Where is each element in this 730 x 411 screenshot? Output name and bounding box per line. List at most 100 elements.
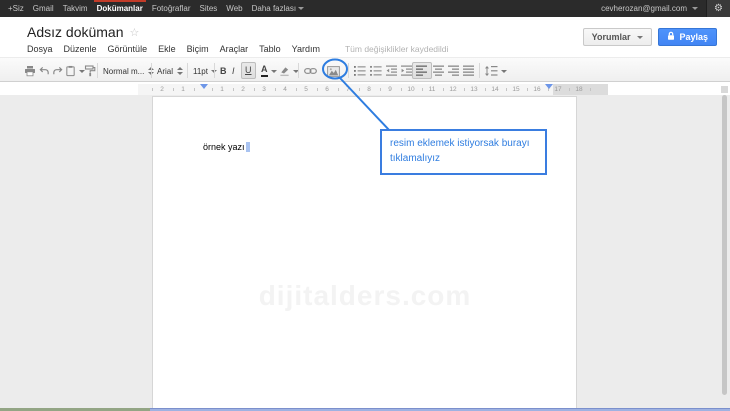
document-title[interactable]: Adsız doküman (27, 24, 124, 40)
align-center-button[interactable] (433, 64, 445, 78)
paint-format-button[interactable] (84, 64, 96, 78)
text-color-button[interactable]: A (261, 64, 277, 78)
share-button[interactable]: Paylaş (658, 28, 717, 46)
ruler-tick (590, 88, 591, 91)
ruler-tick (233, 88, 234, 91)
ruler-tick (527, 88, 528, 91)
topbar-item-daha-fazlas-[interactable]: Daha fazlası (252, 0, 304, 17)
align-justify-button[interactable] (463, 64, 475, 78)
ruler-tick (212, 88, 213, 91)
ruler-number: 13 (470, 86, 477, 93)
ruler-number: 2 (241, 86, 245, 93)
ruler-tick (422, 88, 423, 91)
star-icon[interactable]: ☆ (130, 26, 140, 39)
account-email: cevherozan@gmail.com (601, 4, 687, 13)
chevron-down-icon (637, 36, 643, 39)
underline-button[interactable]: U (241, 62, 256, 79)
topbar-item-web[interactable]: Web (226, 0, 242, 17)
bold-icon: B (220, 67, 227, 76)
ruler-number: 2 (160, 86, 164, 93)
settings-gear-button[interactable]: ⚙ (706, 0, 730, 17)
bullet-list-button[interactable] (370, 64, 382, 78)
topbar-item-sites[interactable]: Sites (200, 0, 218, 17)
align-justify-icon (463, 65, 475, 77)
toolbar-separator (214, 63, 215, 78)
menu-ara-lar[interactable]: Araçlar (220, 44, 249, 54)
undo-button[interactable] (39, 64, 50, 78)
toolbar-separator (97, 63, 98, 78)
comments-button-label: Yorumlar (592, 32, 631, 42)
align-right-icon (448, 65, 460, 77)
topbar-item-foto-raflar[interactable]: Fotoğraflar (152, 0, 191, 17)
menu-g-r-nt-le[interactable]: Görüntüle (108, 44, 148, 54)
scrollbar-thumb[interactable] (722, 95, 727, 395)
updown-arrows-icon (177, 67, 183, 75)
ruler-number: 3 (262, 86, 266, 93)
bullet-list-icon (370, 65, 382, 77)
topbar-right: cevherozan@gmail.com ⚙ (601, 0, 730, 17)
paste-button[interactable] (65, 64, 85, 78)
topbar-item-+siz[interactable]: +Siz (8, 0, 24, 17)
ruler-tick (317, 88, 318, 91)
toolbar-separator (479, 63, 480, 78)
document-header: Adsız doküman ☆ Dosya Düzenle Görüntüle Ekl… (0, 17, 730, 57)
left-margin-marker[interactable] (200, 84, 208, 89)
outdent-button[interactable] (386, 64, 398, 78)
account-menu[interactable]: cevherozan@gmail.com (601, 4, 698, 13)
bold-button[interactable]: B (220, 64, 227, 78)
ruler[interactable]: 21123456789101112131415161718 (138, 84, 608, 95)
ruler-number: 4 (283, 86, 287, 93)
print-button[interactable] (24, 64, 36, 78)
menu-bi-im[interactable]: Biçim (187, 44, 209, 54)
document-canvas: örnek yazı dijitalders.com (0, 95, 730, 411)
ruler-tick (275, 88, 276, 91)
ruler-tick (254, 88, 255, 91)
menu-dosya[interactable]: Dosya (27, 44, 53, 54)
link-icon (304, 65, 317, 77)
text-color-icon: A (261, 65, 268, 76)
ruler-tick (194, 88, 195, 91)
ruler-number: 8 (367, 86, 371, 93)
header-buttons: Yorumlar Paylaş (583, 28, 717, 46)
chevron-down-icon (692, 7, 698, 10)
right-margin-marker[interactable] (545, 84, 553, 89)
highlight-color-button[interactable] (279, 64, 299, 78)
document-text-line[interactable]: örnek yazı (203, 142, 250, 152)
italic-icon: I (232, 67, 235, 76)
lock-icon (667, 31, 675, 43)
redo-button[interactable] (52, 64, 63, 78)
topbar-item-gmail[interactable]: Gmail (33, 0, 54, 17)
toolbar-separator (298, 63, 299, 78)
ruler-number: 14 (491, 86, 498, 93)
topbar-item-dok-manlar[interactable]: Dokümanlar (97, 0, 143, 17)
menu-yard-m[interactable]: Yardım (292, 44, 320, 54)
paragraph-style-value: Normal m... (103, 67, 144, 76)
numbered-list-button[interactable] (354, 64, 366, 78)
google-topbar: +Siz Gmail Takvim Dokümanlar Fotoğraflar Site… (0, 0, 730, 17)
paragraph-style-dropdown[interactable]: Normal m... (103, 64, 154, 78)
insert-link-button[interactable] (304, 64, 317, 78)
share-button-label: Paylaş (679, 32, 708, 42)
menu-ekle[interactable]: Ekle (158, 44, 176, 54)
ruler-tick (464, 88, 465, 91)
align-left-button[interactable] (412, 62, 432, 79)
topbar-item-takvim[interactable]: Takvim (63, 0, 88, 17)
toolbar-separator (187, 63, 188, 78)
ruler-number: 5 (304, 86, 308, 93)
document-title-row: Adsız doküman ☆ (27, 24, 139, 40)
ruler-number: 1 (181, 86, 185, 93)
comments-button[interactable]: Yorumlar (583, 28, 653, 46)
menu-tablo[interactable]: Tablo (259, 44, 281, 54)
ruler-number: 12 (449, 86, 456, 93)
align-right-button[interactable] (448, 64, 460, 78)
ruler-tick (443, 88, 444, 91)
italic-button[interactable]: I (232, 64, 235, 78)
ruler-tick (173, 88, 174, 91)
menu-d-zenle[interactable]: Düzenle (64, 44, 97, 54)
line-spacing-button[interactable] (485, 64, 507, 78)
ruler-tick (401, 88, 402, 91)
align-center-icon (433, 65, 445, 77)
insert-image-button[interactable] (327, 64, 340, 78)
ruler-tick (380, 88, 381, 91)
font-dropdown[interactable]: Arial (157, 64, 183, 78)
